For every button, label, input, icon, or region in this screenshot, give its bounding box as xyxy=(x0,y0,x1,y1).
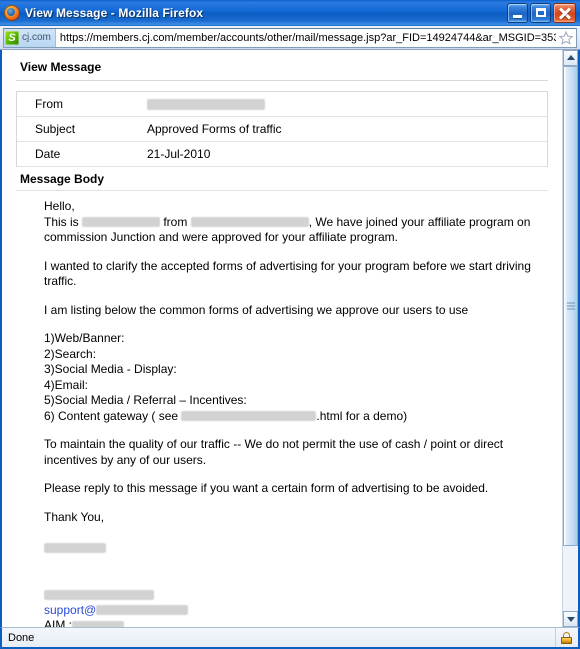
scroll-up-button[interactable] xyxy=(563,50,578,66)
chevron-up-icon xyxy=(566,55,575,60)
close-button[interactable] xyxy=(553,3,576,23)
address-bar[interactable]: S cj.com https://members.cj.com/member/a… xyxy=(3,27,577,48)
redacted-signature-company xyxy=(44,589,154,600)
body-closing: Thank You, xyxy=(44,509,105,524)
scrollbar-thumb[interactable] xyxy=(563,66,578,546)
window-controls xyxy=(507,3,578,23)
subject-value: Approved Forms of traffic xyxy=(147,122,282,136)
redacted-aim-handle xyxy=(72,620,125,627)
cj-site-logo-icon: S xyxy=(5,30,19,45)
status-text: Done xyxy=(8,631,35,644)
security-indicator[interactable] xyxy=(555,628,576,647)
intro-pre: This is xyxy=(44,214,83,229)
browser-window: View Message - Mozilla Firefox S cj.com … xyxy=(0,0,580,649)
status-bar: Done xyxy=(0,627,580,649)
intro-mid: from xyxy=(160,214,191,229)
window-titlebar[interactable]: View Message - Mozilla Firefox xyxy=(0,0,580,26)
signature-company xyxy=(44,587,548,603)
message-body: Hello, This is from , We have joined you… xyxy=(16,190,548,627)
list-item: 2)Search: xyxy=(44,346,97,361)
redacted-signature-name xyxy=(44,543,106,554)
vertical-scrollbar[interactable] xyxy=(562,50,578,627)
body-paragraph-4: To maintain the quality of our traffic -… xyxy=(44,437,504,467)
signature-spacer-2 xyxy=(44,556,548,572)
redacted-email-domain xyxy=(96,605,189,616)
page-title: View Message xyxy=(20,60,102,74)
firefox-icon xyxy=(4,5,20,21)
from-value xyxy=(147,98,547,110)
message-header-table: From Subject Approved Forms of traffic D… xyxy=(16,91,548,167)
url-input[interactable]: https://members.cj.com/member/accounts/o… xyxy=(56,29,556,47)
grip-icon xyxy=(566,302,575,310)
body-paragraph-5: Please reply to this message if you want… xyxy=(44,481,489,495)
site-identity-button[interactable]: S cj.com xyxy=(4,28,56,47)
redacted-person-name xyxy=(82,217,161,228)
list-item: 6) Content gateway ( see .html for a dem… xyxy=(44,409,548,425)
redacted-company-name xyxy=(190,217,309,228)
body-greeting: Hello, xyxy=(44,199,75,213)
body-intro-paragraph: This is from , We have joined your affil… xyxy=(44,215,548,246)
chevron-down-icon xyxy=(566,617,575,622)
body-paragraph-3: I am listing below the common forms of a… xyxy=(44,302,469,317)
page-content: View Message From Subject Approved Forms… xyxy=(2,50,562,627)
signature-name xyxy=(44,541,548,557)
aim-label: AIM : xyxy=(44,618,73,627)
scrollbar-track[interactable] xyxy=(563,66,578,611)
minimize-button[interactable] xyxy=(507,3,528,23)
list-item-6-pre: 6) Content gateway ( see xyxy=(44,408,182,423)
maximize-icon xyxy=(536,8,546,17)
list-item: 3)Social Media - Display: xyxy=(44,362,177,376)
signature-email: support@ xyxy=(44,603,548,619)
content-viewport: View Message From Subject Approved Forms… xyxy=(0,50,580,627)
date-label: Date xyxy=(35,147,61,161)
window-title: View Message - Mozilla Firefox xyxy=(25,6,204,20)
list-item: 5)Social Media / Referral – Incentives: xyxy=(44,393,247,407)
scroll-down-button[interactable] xyxy=(563,611,578,627)
message-body-heading: Message Body xyxy=(20,172,105,186)
redacted-sender xyxy=(147,98,265,110)
title-divider xyxy=(16,80,548,81)
list-item: 4)Email: xyxy=(44,377,89,392)
support-email-link[interactable]: support@ xyxy=(44,603,96,619)
list-item-6-post: .html for a demo) xyxy=(316,408,408,423)
table-row: Subject Approved Forms of traffic xyxy=(17,117,547,142)
advertising-forms-list: 1)Web/Banner: 2)Search: 3)Social Media -… xyxy=(44,331,548,424)
minimize-icon xyxy=(513,15,522,18)
subject-label: Subject xyxy=(35,122,76,136)
padlock-icon xyxy=(560,631,572,644)
redacted-demo-url xyxy=(181,411,317,422)
body-paragraph-2: I wanted to clarify the accepted forms o… xyxy=(44,258,531,289)
signature-aim: AIM : xyxy=(44,618,548,627)
site-identity-label: cj.com xyxy=(22,32,51,43)
navigation-toolbar: S cj.com https://members.cj.com/member/a… xyxy=(0,26,580,50)
star-icon[interactable] xyxy=(558,30,574,46)
maximize-button[interactable] xyxy=(530,3,551,23)
date-value: 21-Jul-2010 xyxy=(147,147,211,161)
signature-block: support@ AIM : xyxy=(44,525,548,627)
table-row: Date 21-Jul-2010 xyxy=(17,142,547,167)
signature-spacer xyxy=(44,525,548,541)
list-item: 1)Web/Banner: xyxy=(44,331,125,345)
table-row: From xyxy=(17,92,547,117)
signature-spacer-3 xyxy=(44,572,548,588)
from-label: From xyxy=(35,97,63,111)
